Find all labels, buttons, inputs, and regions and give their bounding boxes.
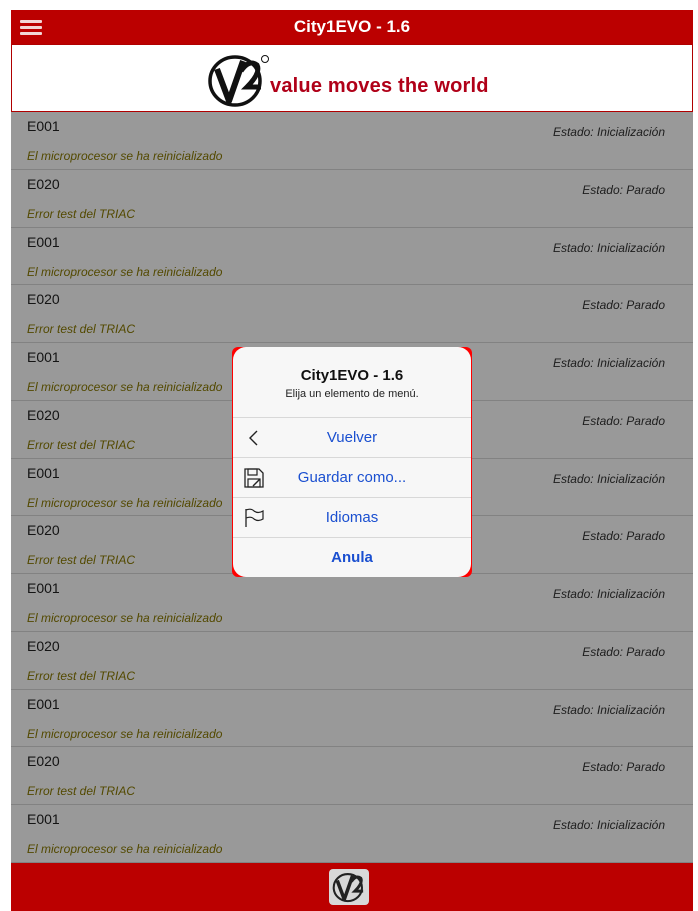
top-bar: City1EVO - 1.6 xyxy=(11,10,693,44)
v2-logo-button[interactable] xyxy=(329,869,369,905)
save-as-menu-item[interactable]: Guardar como... xyxy=(233,458,471,498)
action-sheet-title: City1EVO - 1.6 xyxy=(300,367,404,384)
languages-menu-item[interactable]: Idiomas xyxy=(233,498,471,538)
bottom-bar xyxy=(11,863,693,911)
brand-tagline: value moves the world xyxy=(270,75,489,97)
brand-banner: value moves the world xyxy=(11,44,693,112)
app-title: City1EVO - 1.6 xyxy=(293,17,411,36)
back-menu-item[interactable]: Vuelver xyxy=(233,418,471,458)
v2-logo xyxy=(208,55,269,107)
cancel-menu-label: Anula xyxy=(331,549,373,566)
back-menu-label: Vuelver xyxy=(326,429,378,446)
v2-logo-icon xyxy=(332,873,364,903)
save-as-menu-label: Guardar como... xyxy=(297,469,407,486)
cancel-menu-item[interactable]: Anula xyxy=(233,538,471,577)
action-sheet-header: City1EVO - 1.6 Elija un elemento de menú… xyxy=(233,347,471,418)
languages-menu-label: Idiomas xyxy=(325,509,379,526)
action-sheet-subtitle: Elija un elemento de menú. xyxy=(285,388,419,400)
action-sheet: City1EVO - 1.6 Elija un elemento de menú… xyxy=(233,347,471,577)
